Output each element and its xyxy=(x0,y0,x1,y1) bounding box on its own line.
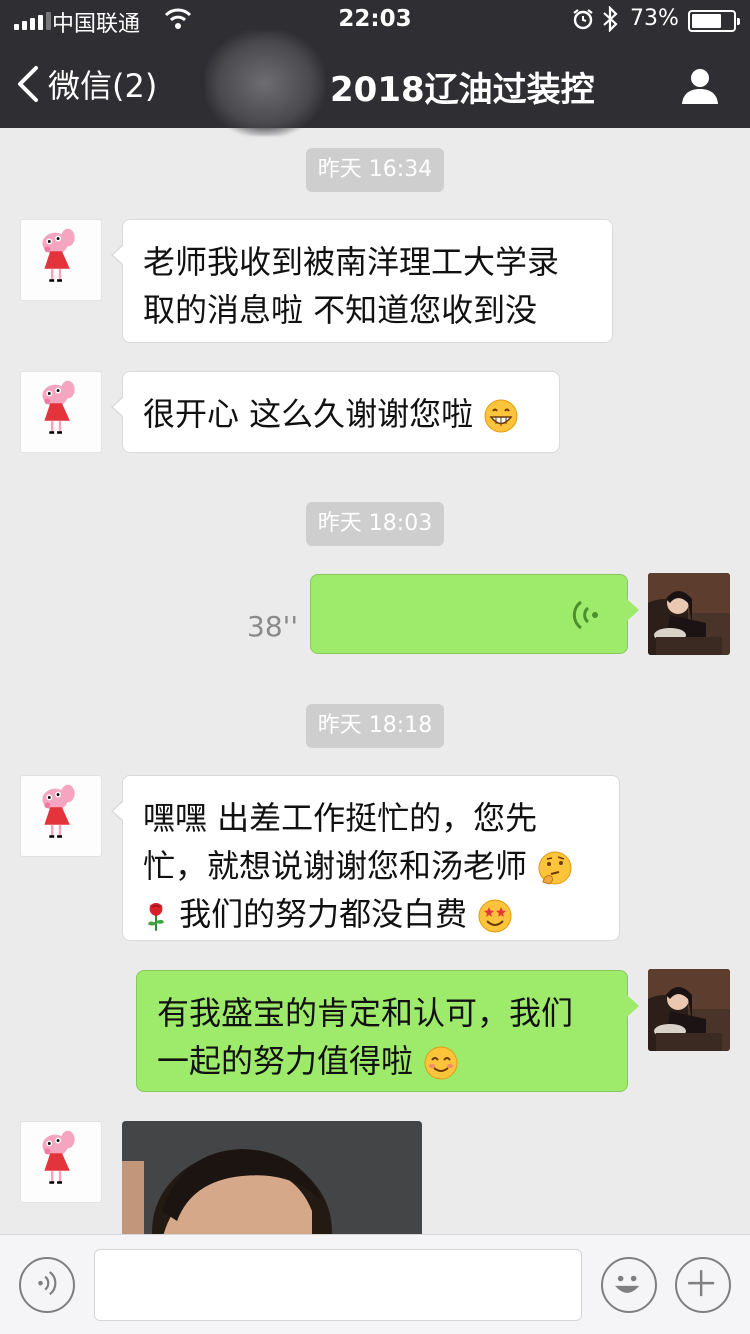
avatar[interactable] xyxy=(20,219,102,301)
message-bubble[interactable]: 老师我收到被南洋理工大学录 取的消息啦 不知道您收到没 xyxy=(111,219,613,343)
my-avatar[interactable] xyxy=(648,969,730,1051)
message-text: 嘿嘿 出差工作挺忙的，您先 xyxy=(143,799,538,837)
message-bubble[interactable]: 嘿嘿 出差工作挺忙的，您先 忙，就想说谢谢您和汤老师 我们的努力都没白费 xyxy=(111,775,620,941)
redacted-area xyxy=(205,30,325,136)
voice-mode-button[interactable] xyxy=(19,1257,75,1313)
message-text: 我们的努力都没白费 xyxy=(179,895,468,933)
chevron-left-icon xyxy=(18,66,38,102)
emoji-button[interactable] xyxy=(601,1257,657,1313)
baby-photo xyxy=(122,1121,422,1234)
chat-title: 2018辽油过装控 xyxy=(330,70,595,110)
message-text: 取的消息啦 不知道您收到没 xyxy=(143,291,538,329)
battery-percent: 73% xyxy=(630,6,679,31)
star-eyes-emoji xyxy=(478,899,512,933)
message-text: 忙，就想说谢谢您和汤老师 xyxy=(143,847,528,885)
top-bar: 中国联通 22:03 73% 微信(2) 2018辽油过装控 xyxy=(0,0,750,136)
image-message[interactable] xyxy=(122,1121,422,1234)
more-button[interactable] xyxy=(675,1257,731,1313)
avatar[interactable] xyxy=(20,775,102,857)
my-avatar[interactable] xyxy=(648,573,730,655)
battery-icon xyxy=(688,10,740,32)
message-text: 老师我收到被南洋理工大学录 xyxy=(143,243,560,281)
timestamp: 昨天 18:03 xyxy=(306,502,444,546)
avatar[interactable] xyxy=(20,371,102,453)
user-photo xyxy=(648,969,730,1051)
peppa-pig-icon xyxy=(42,228,75,282)
message-bubble[interactable]: 很开心 这么久谢谢您啦 xyxy=(111,371,560,453)
message-bubble[interactable]: 有我盛宝的肯定和认可，我们 一起的努力值得啦 xyxy=(136,970,639,1092)
message-text: 很开心 这么久谢谢您啦 xyxy=(143,395,474,433)
input-bar xyxy=(0,1234,750,1334)
rose-emoji xyxy=(148,903,164,931)
bluetooth-icon xyxy=(603,6,618,32)
battery-fill xyxy=(692,14,722,28)
plus-icon xyxy=(688,1270,715,1297)
person-icon[interactable] xyxy=(680,66,720,106)
voice-mode-icon xyxy=(38,1271,57,1296)
avatar[interactable] xyxy=(20,1121,102,1203)
voice-message[interactable] xyxy=(310,574,639,654)
grin-emoji xyxy=(484,399,518,433)
message-text: 有我盛宝的肯定和认可，我们 xyxy=(157,994,574,1032)
voice-playback-icon xyxy=(572,600,598,630)
user-photo xyxy=(648,573,730,655)
chat-area[interactable]: 昨天 16:34 老师我收到被南洋理工大学录 取的消息啦 不知道您收到没 很开心… xyxy=(0,128,750,1234)
alarm-icon xyxy=(573,9,593,30)
peppa-pig-icon xyxy=(42,784,75,838)
timestamp: 昨天 18:18 xyxy=(306,704,444,748)
smile-emoji xyxy=(424,1046,458,1080)
emoji-face-icon xyxy=(615,1275,640,1293)
peppa-pig-icon xyxy=(42,380,75,434)
peppa-pig-icon xyxy=(42,1130,75,1184)
back-button[interactable]: 微信(2) xyxy=(14,62,157,106)
voice-duration: 38'' xyxy=(247,610,299,643)
message-text: 一起的努力值得啦 xyxy=(157,1042,414,1080)
back-label: 微信(2) xyxy=(48,67,158,105)
thinking-emoji xyxy=(538,851,572,885)
timestamp: 昨天 16:34 xyxy=(306,148,444,192)
message-input[interactable] xyxy=(94,1249,582,1321)
status-bar: 中国联通 22:03 73% xyxy=(0,0,750,40)
